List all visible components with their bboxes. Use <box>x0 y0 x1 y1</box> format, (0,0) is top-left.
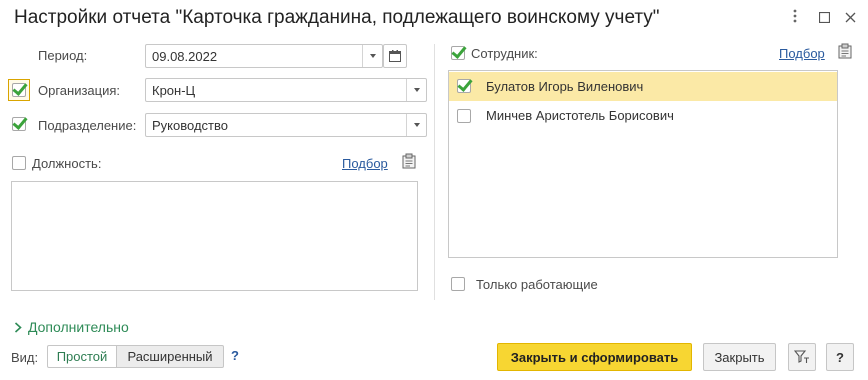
employee-name: Минчев Аристотель Борисович <box>486 108 674 123</box>
period-value[interactable]: 09.08.2022 <box>152 49 362 64</box>
filter-icon <box>794 350 809 363</box>
organization-checkbox[interactable] <box>12 83 26 97</box>
chevron-down-icon <box>413 88 420 92</box>
only-working-label: Только работающие <box>476 277 598 292</box>
help-button[interactable]: ? <box>826 343 854 371</box>
chevron-down-icon <box>413 123 420 127</box>
chevron-down-icon <box>369 54 376 58</box>
maximize-icon[interactable] <box>815 8 833 28</box>
position-list[interactable] <box>11 181 418 291</box>
organization-select[interactable]: Крон-Ц <box>145 78 427 102</box>
view-simple-button[interactable]: Простой <box>47 345 117 368</box>
department-select[interactable]: Руководство <box>145 113 427 137</box>
department-checkbox[interactable] <box>12 117 26 131</box>
organization-label: Организация: <box>38 83 121 98</box>
more-vertical-icon[interactable] <box>786 8 804 28</box>
period-label: Период: <box>38 48 88 63</box>
clipboard-icon[interactable] <box>838 43 852 62</box>
view-extended-button[interactable]: Расширенный <box>116 345 224 368</box>
position-label: Должность: <box>32 156 102 171</box>
close-icon[interactable] <box>841 8 859 28</box>
employee-pick-link[interactable]: Подбор <box>779 46 825 61</box>
close-and-generate-button[interactable]: Закрыть и сформировать <box>497 343 692 371</box>
period-input[interactable]: 09.08.2022 <box>145 44 383 68</box>
employee-row-checkbox[interactable] <box>457 109 471 123</box>
position-checkbox[interactable] <box>12 156 26 170</box>
employee-name: Булатов Игорь Виленович <box>486 79 644 94</box>
employee-checkbox[interactable] <box>451 46 465 60</box>
employee-label: Сотрудник: <box>471 46 538 61</box>
period-dropdown-button[interactable] <box>362 45 382 67</box>
department-label: Подразделение: <box>38 118 137 133</box>
calendar-icon <box>389 50 401 62</box>
additional-section-toggle[interactable]: Дополнительно <box>14 319 129 335</box>
view-help-mark[interactable]: ? <box>231 348 239 363</box>
organization-value: Крон-Ц <box>152 82 196 98</box>
close-button[interactable]: Закрыть <box>703 343 776 371</box>
list-item[interactable]: Минчев Аристотель Борисович <box>449 101 837 130</box>
window-title: Настройки отчета "Карточка гражданина, п… <box>14 7 660 28</box>
view-label: Вид: <box>11 350 39 365</box>
filter-button[interactable] <box>788 343 816 371</box>
list-item[interactable]: Булатов Игорь Виленович <box>449 72 837 101</box>
position-pick-link[interactable]: Подбор <box>342 156 388 171</box>
employee-row-checkbox[interactable] <box>457 79 471 93</box>
additional-label: Дополнительно <box>28 319 129 335</box>
chevron-right-icon <box>14 321 22 333</box>
calendar-button[interactable] <box>383 44 407 68</box>
clipboard-icon[interactable] <box>402 153 416 172</box>
organization-dropdown-button[interactable] <box>406 79 426 101</box>
only-working-checkbox[interactable] <box>451 277 465 291</box>
department-dropdown-button[interactable] <box>406 114 426 136</box>
department-value: Руководство <box>152 117 228 133</box>
column-divider <box>434 44 435 300</box>
